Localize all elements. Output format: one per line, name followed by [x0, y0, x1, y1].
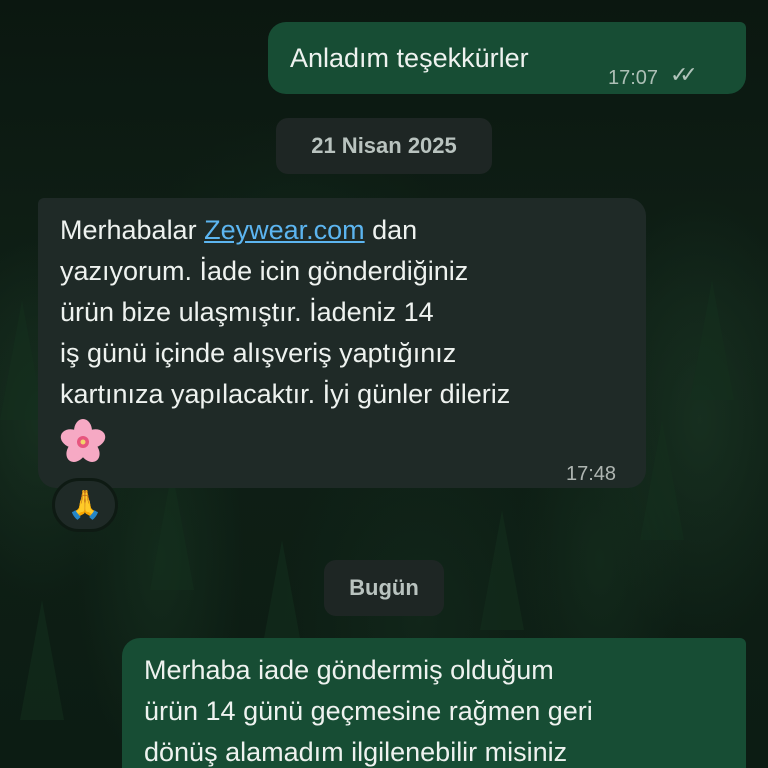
message-line: yazıyorum. İade icin gönderdiğiniz	[60, 256, 469, 286]
background-tree	[690, 280, 734, 400]
chat-area[interactable]: Anladım teşekkürler 17:07 ✓✓ 21 Nisan 20…	[0, 0, 768, 768]
date-separator-label: 21 Nisan 2025	[311, 133, 457, 158]
message-link[interactable]: Zeywear.com	[204, 215, 365, 245]
background-tree	[150, 470, 194, 590]
message-reaction[interactable]: 🙏	[52, 478, 118, 532]
date-separator: 21 Nisan 2025	[276, 118, 492, 174]
background-tree	[640, 420, 684, 540]
outgoing-message[interactable]: Anladım teşekkürler 17:07 ✓✓	[268, 22, 746, 94]
date-separator: Bugün	[324, 560, 444, 616]
message-text: Anladım teşekkürler	[290, 43, 529, 73]
date-separator-label: Bugün	[349, 575, 419, 600]
background-tree	[480, 510, 524, 630]
message-line: iş günü içinde alışveriş yaptığınız	[60, 338, 457, 368]
background-tree	[20, 600, 64, 720]
message-line: dönüş alamadım ilgilenebilir misiniz	[144, 737, 568, 767]
message-line: Merhaba iade göndermiş olduğum	[144, 655, 554, 685]
message-time: 17:48	[566, 463, 617, 485]
message-line: ürün 14 günü geçmesine rağmen geri	[144, 696, 593, 726]
message-line: ürün bize ulaşmıştır. İadeniz 14	[60, 297, 434, 327]
cherry-blossom-icon	[60, 415, 510, 467]
incoming-message[interactable]: Merhabalar Zeywear.com dan yazıyorum. İa…	[38, 198, 646, 488]
read-receipt-icon: ✓✓	[670, 62, 698, 87]
folded-hands-icon: 🙏	[67, 489, 103, 520]
message-line: Merhabalar Zeywear.com dan	[60, 215, 418, 245]
outgoing-message[interactable]: Merhaba iade göndermiş olduğum ürün 14 g…	[122, 638, 746, 768]
message-time: 17:07	[608, 67, 659, 89]
message-line: kartınıza yapılacaktır. İyi günler diler…	[60, 379, 511, 409]
